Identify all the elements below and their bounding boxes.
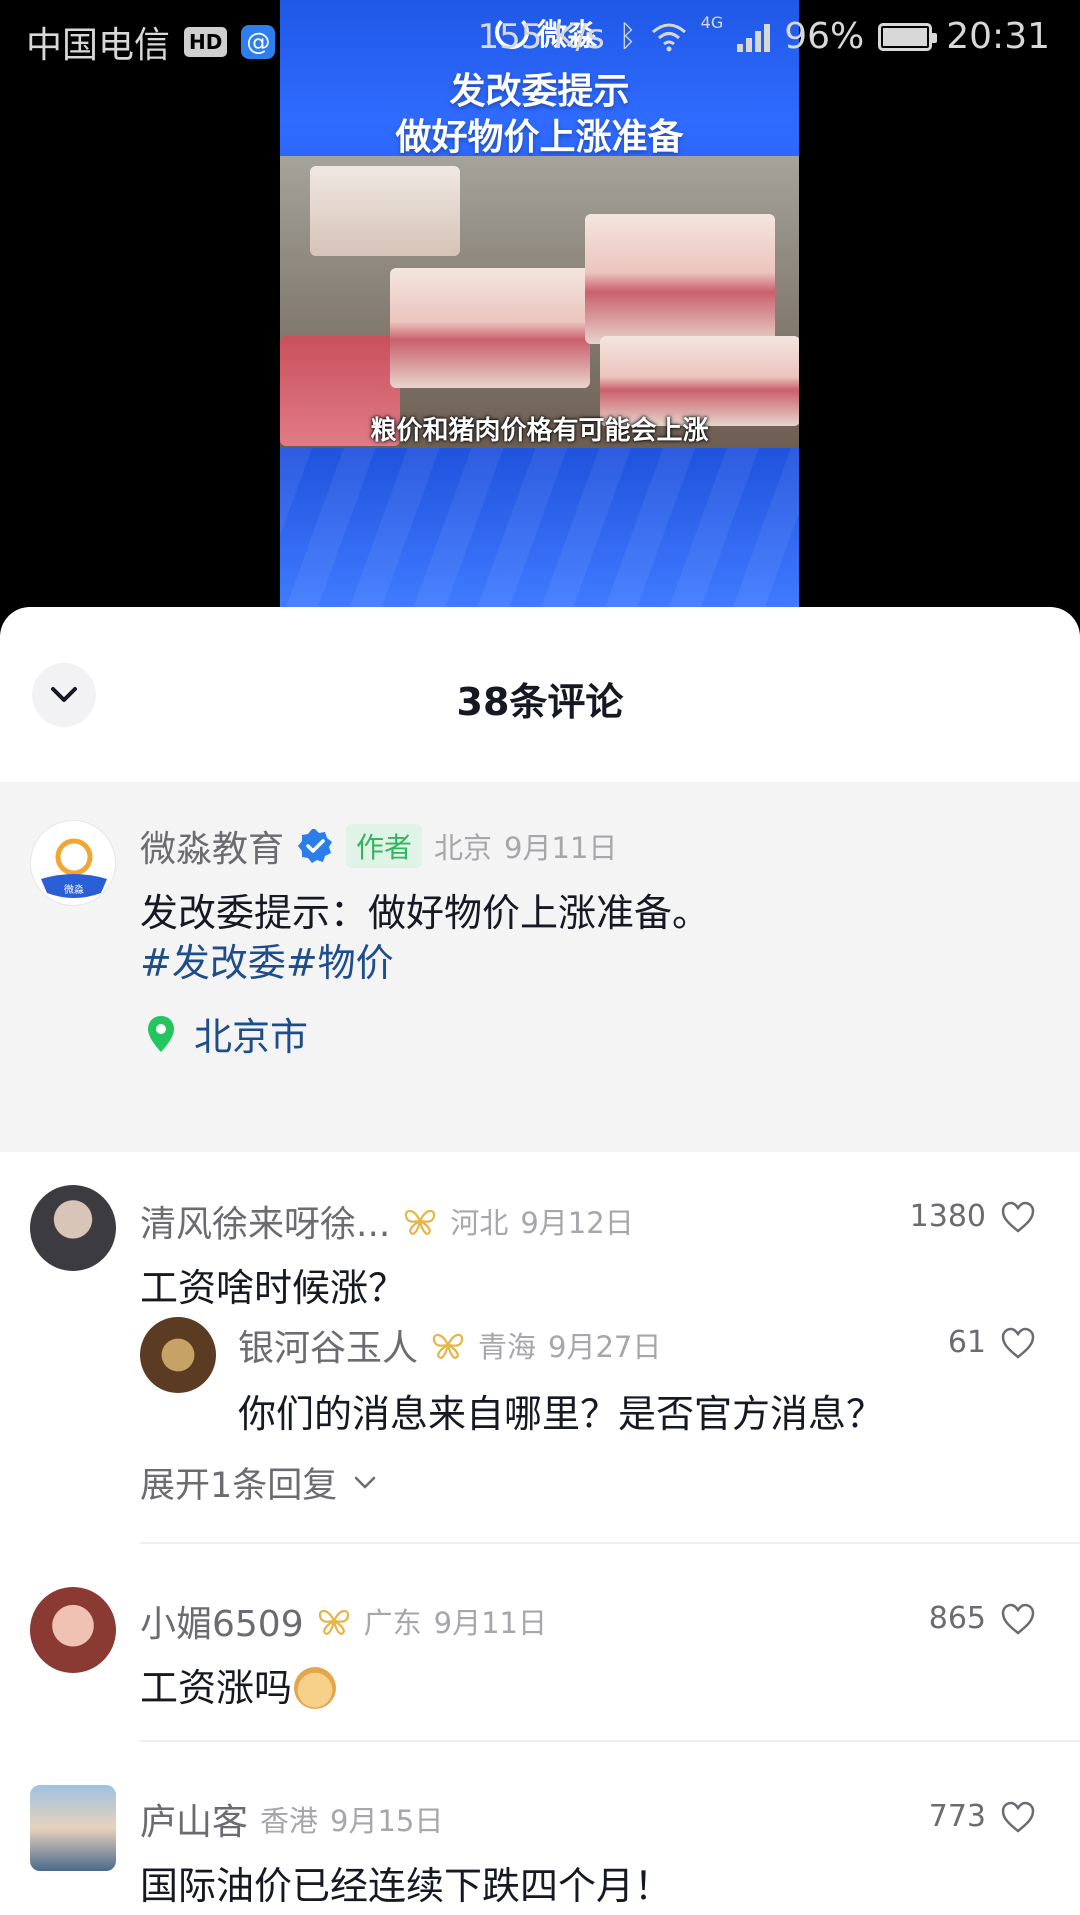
comment-sheet: 38条评论 微淼 微淼教育 作者 北京 9月11日 发改委提示：做好物价上涨准备… bbox=[0, 607, 1080, 1915]
comment-date: 9月15日 bbox=[330, 1804, 444, 1838]
battery-icon bbox=[878, 22, 938, 51]
post-hashtags[interactable]: #发改委#物价 bbox=[140, 932, 394, 987]
avatar[interactable] bbox=[140, 1317, 216, 1393]
butterfly-badge-icon bbox=[432, 1333, 464, 1359]
like-count: 61 bbox=[947, 1325, 986, 1360]
clock: 20:31 bbox=[946, 16, 1050, 57]
like-count: 773 bbox=[928, 1799, 986, 1834]
divider bbox=[140, 1740, 1080, 1742]
author-name[interactable]: 微淼教育 bbox=[140, 820, 284, 872]
like-button[interactable]: 773 bbox=[929, 1799, 1036, 1834]
svg-text:微淼: 微淼 bbox=[64, 883, 84, 896]
video-player[interactable]: 微淼 发改委提示 做好物价上涨准备 粮价和猪肉价格有可能会上涨 bbox=[280, 0, 799, 607]
comment-text: 工资涨吗 bbox=[140, 1666, 293, 1710]
carrier-label: 中国电信 bbox=[26, 25, 171, 66]
reply-date: 9月27日 bbox=[548, 1330, 662, 1364]
verified-icon bbox=[298, 829, 333, 863]
wifi-icon bbox=[651, 23, 686, 51]
commenter-name[interactable]: 小媚6509 bbox=[140, 1595, 304, 1647]
network-speed: 155 K/s bbox=[477, 16, 605, 57]
heart-icon bbox=[1001, 1327, 1035, 1359]
comment-date: 9月11日 bbox=[433, 1606, 547, 1640]
hd-icon: HD bbox=[184, 27, 228, 57]
chevron-down-icon bbox=[355, 1476, 376, 1489]
comment-text-row: 工资涨吗 bbox=[140, 1657, 337, 1712]
like-button[interactable]: 865 bbox=[929, 1601, 1036, 1636]
butterfly-badge-icon bbox=[405, 1209, 436, 1235]
reply-commenter-name[interactable]: 银河谷玉人 bbox=[238, 1319, 418, 1371]
brand-avatar-icon: 微淼 bbox=[41, 838, 107, 898]
location-link[interactable]: 北京市 bbox=[146, 1006, 308, 1061]
video-title-line2: 做好物价上涨准备 bbox=[395, 117, 684, 158]
post-text: 发改委提示：做好物价上涨准备。 bbox=[140, 891, 711, 935]
like-count: 1380 bbox=[909, 1199, 986, 1234]
heart-icon bbox=[1001, 1201, 1035, 1233]
heart-icon bbox=[1001, 1603, 1035, 1635]
divider bbox=[140, 1542, 1080, 1544]
avatar[interactable] bbox=[30, 1785, 116, 1871]
like-button[interactable]: 1380 bbox=[910, 1199, 1036, 1234]
battery-percent: 96% bbox=[784, 16, 865, 57]
video-subtitle: 粮价和猪肉价格有可能会上涨 bbox=[370, 416, 709, 446]
comment-text: 国际油价已经连续下跌四个月！ bbox=[140, 1864, 673, 1908]
location-pin-icon bbox=[148, 1015, 174, 1052]
bluetooth-icon: ᛒ bbox=[618, 19, 637, 54]
expand-replies-button[interactable]: 展开1条回复 bbox=[140, 1457, 377, 1508]
butterfly-badge-icon bbox=[318, 1609, 349, 1635]
commenter-name[interactable]: 清风徐来呀徐... bbox=[140, 1195, 390, 1247]
post-date: 9月11日 bbox=[504, 831, 618, 865]
author-badge: 作者 bbox=[346, 824, 423, 868]
comment-region: 河北 bbox=[450, 1206, 509, 1240]
like-button[interactable]: 61 bbox=[948, 1325, 1036, 1360]
location-label: 北京市 bbox=[194, 1015, 309, 1059]
author-post: 微淼 微淼教育 作者 北京 9月11日 发改委提示：做好物价上涨准备。 #发改委… bbox=[0, 782, 1080, 1152]
signal-icon bbox=[737, 22, 771, 52]
avatar[interactable] bbox=[30, 1185, 116, 1271]
reply-region: 青海 bbox=[478, 1330, 537, 1364]
comment-region: 香港 bbox=[260, 1804, 319, 1838]
comment-text: 工资啥时候涨？ bbox=[140, 1266, 407, 1310]
comment-region: 广东 bbox=[363, 1606, 422, 1640]
notification-app-icon: @ bbox=[241, 25, 276, 59]
network-type: 4G bbox=[700, 13, 724, 32]
post-region: 北京 bbox=[434, 831, 493, 865]
like-count: 865 bbox=[928, 1601, 986, 1636]
comment-count-title: 38条评论 bbox=[456, 680, 624, 724]
heart-icon bbox=[1001, 1801, 1035, 1833]
commenter-name[interactable]: 庐山客 bbox=[140, 1793, 248, 1845]
avatar[interactable]: 微淼 bbox=[30, 820, 116, 906]
comment-date: 9月12日 bbox=[520, 1206, 634, 1240]
avatar[interactable] bbox=[30, 1587, 116, 1673]
reply-text: 你们的消息来自哪里？是否官方消息？ bbox=[238, 1392, 885, 1436]
doge-emoji-icon bbox=[294, 1667, 337, 1709]
status-bar: 中国电信 HD @ 155 K/s ᛒ 4G 96% 20:31 bbox=[0, 0, 1080, 76]
video-frame-image bbox=[280, 156, 799, 448]
